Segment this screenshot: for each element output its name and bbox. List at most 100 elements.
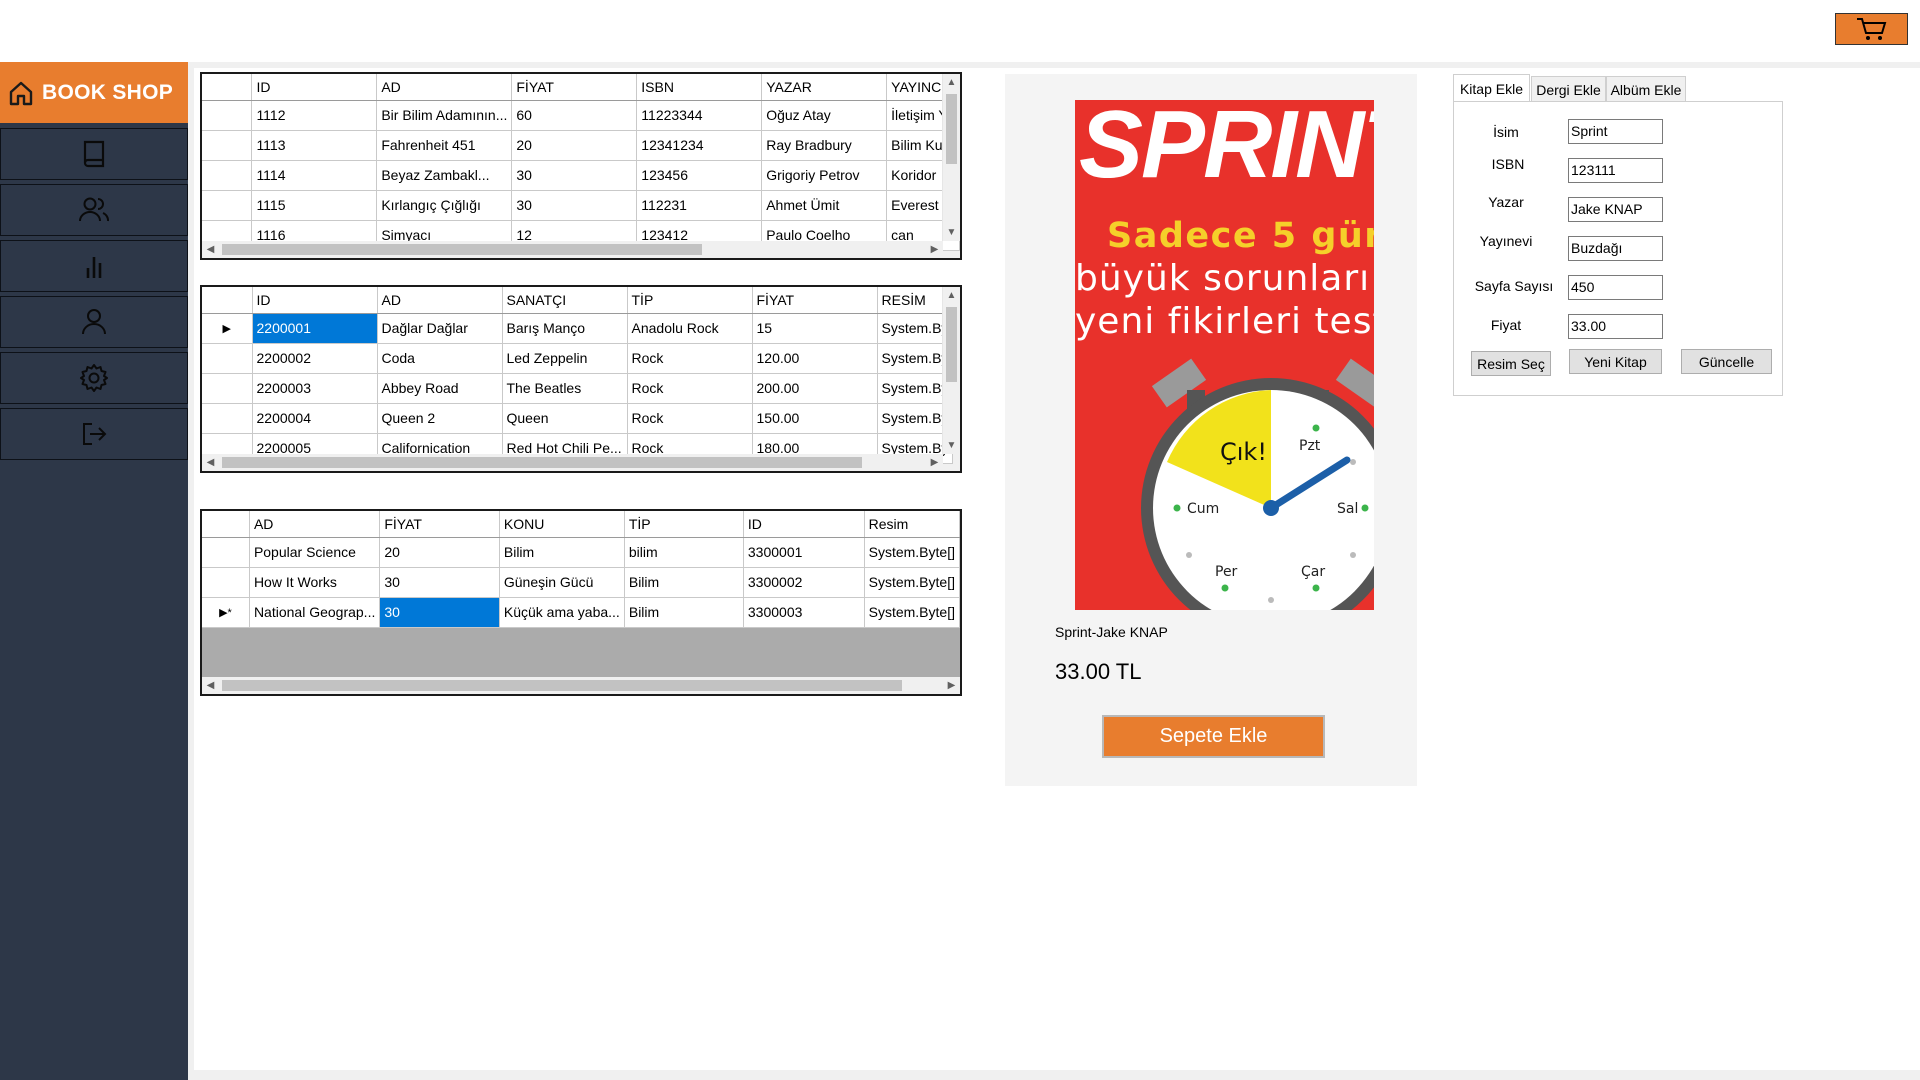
magazines-grid[interactable]: AD FİYAT KONU TİP ID Resim Popular Scien… bbox=[200, 509, 962, 696]
scroll-left-arrow[interactable]: ◀ bbox=[202, 454, 219, 471]
table-row[interactable]: ▶* National Geograp... 30 Küçük ama yaba...… bbox=[202, 597, 960, 628]
update-button[interactable]: Güncelle bbox=[1681, 349, 1772, 374]
table-cell[interactable]: National Geograp... bbox=[249, 597, 381, 628]
horizontal-scrollbar[interactable]: ◀ ▶ bbox=[202, 241, 943, 258]
name-field[interactable]: Sprint bbox=[1568, 119, 1663, 144]
table-cell[interactable]: 30 bbox=[511, 190, 638, 221]
table-cell[interactable]: Ahmet Ümit bbox=[761, 190, 888, 221]
new-book-button[interactable]: Yeni Kitap bbox=[1569, 349, 1662, 374]
table-cell[interactable]: System.Byte[] bbox=[864, 597, 960, 628]
table-row[interactable]: 1114 Beyaz Zambakl... 30 123456 Grigoriy Pet… bbox=[202, 160, 960, 191]
table-cell[interactable]: 11223344 bbox=[636, 100, 763, 131]
table-cell[interactable]: Bilim bbox=[499, 537, 625, 568]
scroll-down-arrow[interactable]: ▼ bbox=[943, 437, 960, 454]
add-to-cart-button[interactable]: Sepete Ekle bbox=[1102, 715, 1325, 758]
table-cell[interactable]: Grigoriy Petrov bbox=[761, 160, 888, 191]
scroll-left-arrow[interactable]: ◀ bbox=[202, 241, 219, 258]
page-count-field[interactable]: 450 bbox=[1568, 275, 1663, 300]
row-header[interactable] bbox=[202, 567, 250, 598]
row-header[interactable] bbox=[202, 403, 253, 434]
table-cell[interactable]: 2200004 bbox=[252, 403, 378, 434]
column-header[interactable]: TİP bbox=[624, 511, 744, 538]
isbn-field[interactable]: 123111 bbox=[1568, 158, 1663, 183]
publisher-field[interactable]: Buzdağı bbox=[1568, 236, 1663, 261]
table-cell[interactable]: Dağlar Dağlar bbox=[377, 313, 503, 344]
tab-dergi-ekle[interactable]: Dergi Ekle bbox=[1531, 76, 1606, 102]
table-cell[interactable]: 1115 bbox=[251, 190, 378, 221]
sidebar-item-books[interactable] bbox=[0, 128, 188, 180]
column-header[interactable]: FİYAT bbox=[752, 287, 878, 314]
table-cell[interactable]: Oğuz Atay bbox=[761, 100, 888, 131]
table-cell[interactable]: 20 bbox=[511, 130, 638, 161]
column-header[interactable]: ISBN bbox=[636, 74, 763, 101]
sidebar-item-logout[interactable] bbox=[0, 408, 188, 460]
table-cell[interactable]: Bilim bbox=[624, 567, 744, 598]
table-cell[interactable]: Barış Manço bbox=[502, 313, 628, 344]
column-header[interactable]: KONU bbox=[499, 511, 625, 538]
book-cover-image[interactable]: SPRINT Sadece 5 günde büyük sorunları çö… bbox=[1075, 100, 1374, 610]
price-field[interactable]: 33.00 bbox=[1568, 314, 1663, 339]
scroll-right-arrow[interactable]: ▶ bbox=[926, 454, 943, 471]
table-cell[interactable]: 1114 bbox=[251, 160, 378, 191]
sidebar-item-profile[interactable] bbox=[0, 296, 188, 348]
row-header[interactable]: ▶ bbox=[202, 313, 253, 344]
table-cell[interactable]: 30 bbox=[379, 567, 500, 598]
row-header[interactable] bbox=[202, 160, 253, 191]
table-cell[interactable]: 3300002 bbox=[743, 567, 865, 598]
table-cell[interactable]: 1113 bbox=[251, 130, 378, 161]
table-row[interactable]: 1113 Fahrenheit 451 20 12341234 Ray Bradbury… bbox=[202, 130, 960, 161]
scroll-right-arrow[interactable]: ▶ bbox=[926, 241, 943, 258]
table-row[interactable]: ▶ 2200001 Dağlar Dağlar Barış Manço Anadolu … bbox=[202, 313, 954, 344]
table-cell[interactable]: 1112 bbox=[251, 100, 378, 131]
tab-kitap-ekle[interactable]: Kitap Ekle bbox=[1453, 74, 1530, 103]
column-header[interactable]: AD bbox=[376, 74, 513, 101]
table-cell[interactable]: Led Zeppelin bbox=[502, 343, 628, 374]
table-cell[interactable]: Abbey Road bbox=[377, 373, 503, 404]
table-row[interactable]: 1115 Kırlangıç Çığlığı 30 112231 Ahmet Ümit E… bbox=[202, 190, 960, 221]
scroll-thumb[interactable] bbox=[222, 244, 702, 255]
tab-album-ekle[interactable]: Albüm Ekle bbox=[1606, 76, 1686, 102]
sidebar-item-settings[interactable] bbox=[0, 352, 188, 404]
table-cell[interactable]: 3300001 bbox=[743, 537, 865, 568]
table-cell[interactable]: bilim bbox=[624, 537, 744, 568]
table-cell[interactable]: Kırlangıç Çığlığı bbox=[376, 190, 513, 221]
row-header[interactable] bbox=[202, 537, 250, 568]
table-cell[interactable]: 30 bbox=[511, 160, 638, 191]
scroll-down-arrow[interactable]: ▼ bbox=[943, 224, 960, 241]
table-cell[interactable]: Anadolu Rock bbox=[627, 313, 753, 344]
table-cell[interactable]: 2200002 bbox=[252, 343, 378, 374]
table-cell[interactable]: Popular Science bbox=[249, 537, 381, 568]
row-header[interactable]: ▶* bbox=[202, 597, 250, 628]
vertical-scrollbar[interactable]: ▲ ▼ bbox=[942, 74, 960, 241]
scroll-thumb[interactable] bbox=[946, 94, 957, 164]
row-header[interactable] bbox=[202, 100, 253, 131]
cart-button[interactable] bbox=[1835, 13, 1908, 45]
column-header[interactable]: TİP bbox=[627, 287, 753, 314]
vertical-scrollbar[interactable]: ▲ ▼ bbox=[942, 287, 960, 454]
column-header[interactable]: ID bbox=[743, 511, 865, 538]
table-cell[interactable]: System.Byte[] bbox=[864, 537, 960, 568]
column-header[interactable]: AD bbox=[249, 511, 381, 538]
scroll-left-arrow[interactable]: ◀ bbox=[202, 677, 219, 694]
table-row[interactable]: How It Works 30 Güneşin Gücü Bilim 3300002 Sy… bbox=[202, 567, 960, 598]
table-cell[interactable]: Güneşin Gücü bbox=[499, 567, 625, 598]
scroll-thumb[interactable] bbox=[946, 307, 957, 382]
column-header[interactable]: FİYAT bbox=[511, 74, 638, 101]
scroll-thumb[interactable] bbox=[222, 680, 902, 691]
table-cell[interactable]: 2200003 bbox=[252, 373, 378, 404]
scroll-right-arrow[interactable]: ▶ bbox=[943, 677, 960, 694]
table-cell[interactable]: Bilim bbox=[624, 597, 744, 628]
table-row[interactable]: Popular Science 20 Bilim bilim 3300001 System… bbox=[202, 537, 960, 568]
horizontal-scrollbar[interactable]: ◀ ▶ bbox=[202, 454, 943, 471]
table-cell[interactable]: How It Works bbox=[249, 567, 381, 598]
table-cell[interactable]: 30 bbox=[379, 597, 500, 628]
table-cell[interactable]: Queen 2 bbox=[377, 403, 503, 434]
books-grid[interactable]: ID AD FİYAT ISBN YAZAR YAYINCI 1112 Bir B… bbox=[200, 72, 962, 260]
column-header[interactable]: FİYAT bbox=[379, 511, 500, 538]
column-header[interactable]: Resim bbox=[864, 511, 960, 538]
table-cell[interactable]: 20 bbox=[379, 537, 500, 568]
column-header[interactable]: ID bbox=[252, 287, 378, 314]
table-cell[interactable]: Beyaz Zambakl... bbox=[376, 160, 513, 191]
table-cell[interactable]: 15 bbox=[752, 313, 878, 344]
table-cell[interactable]: 2200001 bbox=[252, 313, 378, 344]
